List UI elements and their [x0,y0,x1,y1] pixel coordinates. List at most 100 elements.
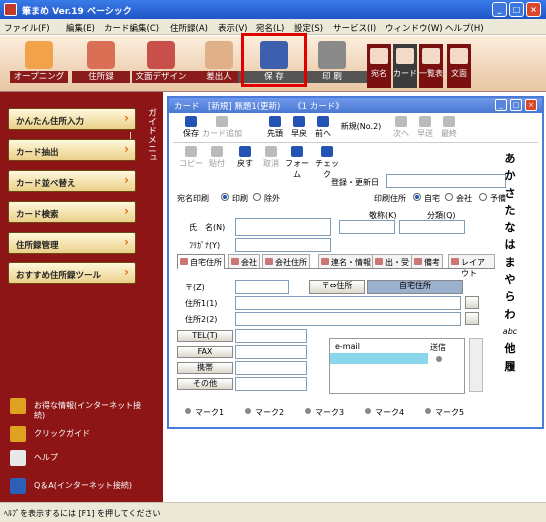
card-minimize-button[interactable]: _ [495,99,507,111]
arrow-icon: › [124,235,129,249]
kana-ma[interactable]: ま [500,254,520,271]
copy-button[interactable]: コピー [177,146,205,169]
tab-company[interactable]: 会社 [228,254,260,268]
mark2-indicator[interactable] [245,408,251,414]
opening-button[interactable]: オープニング [10,38,68,90]
other-input[interactable] [235,377,307,391]
card-add-button[interactable]: カード追加 [201,116,243,139]
tab-home-address[interactable]: 自宅住所 [177,254,225,269]
close-button[interactable]: × [526,2,541,17]
card-search-button[interactable]: カード検索 › [8,201,136,223]
kana-sa[interactable]: さ [500,185,520,202]
menu-help[interactable]: ヘルプ(H) [445,22,484,34]
form-button[interactable]: フォーム [283,146,311,180]
help-link[interactable]: ヘルプ [10,450,160,468]
fax-button[interactable]: FAX [177,346,233,358]
menu-address-book[interactable]: 住所録(A) [170,22,208,34]
kana-abc[interactable]: abc [500,323,520,340]
honorific-select[interactable] [339,220,395,234]
kana-a[interactable]: あ [500,150,520,167]
menu-file[interactable]: ファイル(F) [4,22,50,34]
recommended-tools-button[interactable]: おすすめ住所録ツール › [8,262,136,284]
kana-other[interactable]: 他 [500,340,520,357]
cancel-button[interactable]: 取消 [257,146,285,169]
mark1-indicator[interactable] [185,408,191,414]
tab-sent-received[interactable]: 出・受 [372,254,412,268]
tab-notes[interactable]: 備考 [411,254,443,268]
list-view-button[interactable]: 一覧表 [419,44,443,88]
card-view-button[interactable]: カード [393,44,417,88]
kana-na[interactable]: な [500,219,520,236]
guide-menu-tab[interactable]: ガイドメニュー [124,105,162,165]
prev-button[interactable]: 前へ [309,116,337,139]
design-button[interactable]: 文面デザイン [132,38,190,90]
kana-ha[interactable]: は [500,236,520,253]
print-address-label: 印刷住所 [374,194,406,203]
mobile-input[interactable] [235,361,307,375]
menu-service[interactable]: サービス(I) [333,22,376,34]
other-button[interactable]: その他 [177,378,233,390]
mark4-indicator[interactable] [365,408,371,414]
address-map-icon[interactable] [465,312,479,325]
kana-wa[interactable]: わ [500,306,520,323]
design-view-button[interactable]: 文面 [447,44,471,88]
address-book-manage-button[interactable]: 住所録管理 › [8,232,136,254]
send-indicator[interactable] [436,356,442,362]
fax-input[interactable] [235,345,307,359]
tab-layout[interactable]: レイアウト [448,254,495,278]
qa-link[interactable]: Q＆A(インターネット接続) [10,478,160,496]
email-row[interactable] [330,353,428,364]
furigana-input[interactable] [235,238,331,252]
mobile-button[interactable]: 携帯 [177,362,233,374]
reg-date-field[interactable] [386,174,506,188]
category-select[interactable] [399,220,465,234]
mark3-indicator[interactable] [305,408,311,414]
check-button[interactable]: チェック [313,146,341,180]
mark5-indicator[interactable] [425,408,431,414]
email-scrollbar[interactable] [469,338,483,392]
address2-input[interactable] [235,312,461,326]
minimize-button[interactable]: _ [492,2,507,17]
tab-joint-info[interactable]: 連名・情報 [318,254,374,268]
undo-button[interactable]: 戻す [231,146,259,169]
last-button[interactable]: 最終 [435,116,463,139]
card-close-button[interactable]: × [525,99,537,111]
easy-address-input-button[interactable]: かんたん住所入力 › [8,108,136,130]
office-radio[interactable] [445,193,453,201]
print-radio[interactable] [221,193,229,201]
tel-input[interactable] [235,329,307,343]
tab-company-address[interactable]: 会社住所 [262,254,310,268]
menu-card-edit[interactable]: カード編集(C) [104,22,159,34]
qa-icon [10,478,26,494]
name-input[interactable] [235,218,331,236]
kana-ta[interactable]: た [500,202,520,219]
info-link[interactable]: お得な情報(インターネット接続) [10,398,160,422]
menu-window[interactable]: ウィンドウ(W) [385,22,443,34]
maximize-button[interactable]: □ [509,2,524,17]
address-book-button[interactable]: 住所録 [72,38,130,90]
card-extract-button[interactable]: カード抽出 › [8,139,136,161]
postal-input[interactable] [235,280,289,294]
label-view-button[interactable]: 宛名 [367,44,391,88]
home-radio[interactable] [413,193,421,201]
spare-radio[interactable] [479,193,487,201]
click-guide-link[interactable]: クリックガイド [10,426,160,444]
address-tool-icon[interactable] [465,296,479,309]
menu-edit[interactable]: 編集(E) [66,22,95,34]
card-maximize-button[interactable]: □ [510,99,522,111]
address-book-icon [87,41,115,69]
printer-icon [318,41,346,69]
postal-convert-button[interactable]: 〒⇔住所 [309,280,365,294]
home-address-button[interactable]: 自宅住所 [367,280,463,294]
kana-ya[interactable]: や [500,271,520,288]
kana-ka[interactable]: か [500,167,520,184]
tel-button[interactable]: TEL(T) [177,330,233,342]
arrow-icon: › [124,173,129,187]
kana-history[interactable]: 履 [500,358,520,375]
card-sort-button[interactable]: カード並べ替え › [8,170,136,192]
address1-input[interactable] [235,296,461,310]
paste-button[interactable]: 貼付 [203,146,231,169]
exclude-radio[interactable] [253,193,261,201]
new-card-button[interactable]: 新規(No.2) [337,121,385,132]
kana-ra[interactable]: ら [500,288,520,305]
